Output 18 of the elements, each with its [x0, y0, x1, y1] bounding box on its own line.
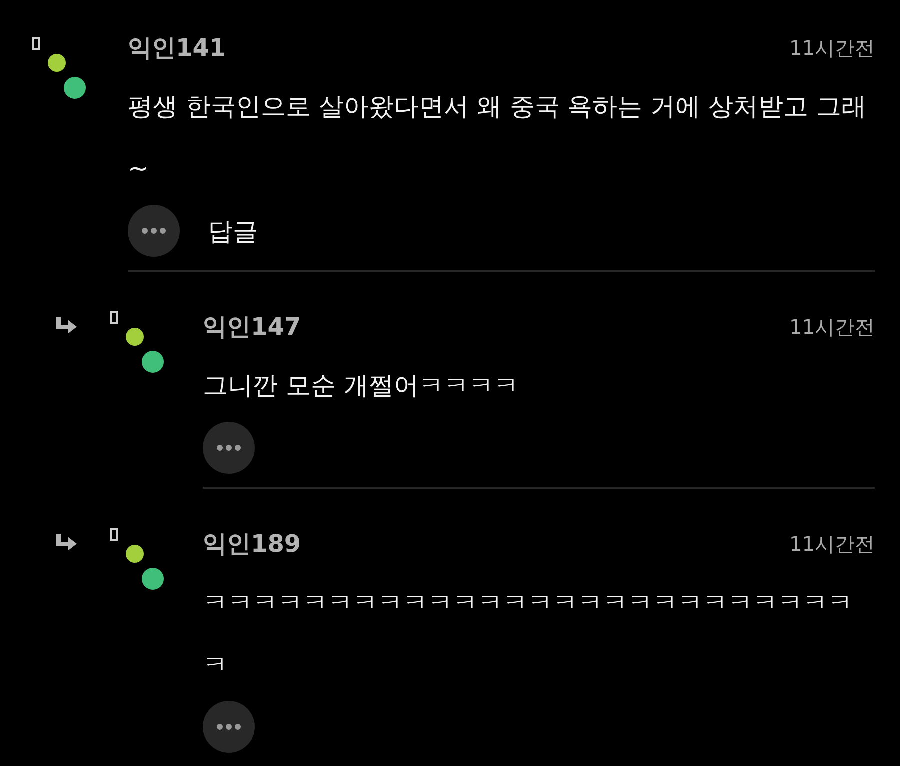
reply-arrow-icon — [54, 533, 78, 553]
timestamp: 11시간전 — [790, 314, 875, 340]
timestamp: 11시간전 — [790, 530, 875, 558]
more-button[interactable] — [128, 205, 180, 257]
username: 익인141 — [128, 33, 226, 64]
reply-arrow-icon — [54, 316, 78, 336]
timestamp: 11시간전 — [790, 34, 875, 62]
comment-text: 그니깐 모순 개쩔어ㅋㅋㅋㅋ — [203, 370, 520, 402]
more-icon — [217, 445, 241, 451]
more-icon — [217, 724, 241, 730]
username: 익인147 — [203, 312, 302, 343]
comment-text: ㅋㅋㅋㅋㅋㅋㅋㅋㅋㅋㅋㅋㅋㅋㅋㅋㅋㅋㅋㅋㅋㅋㅋㅋㅋㅋㅋ — [203, 587, 854, 681]
more-button[interactable] — [203, 701, 255, 753]
more-button[interactable] — [203, 422, 255, 474]
reply-button[interactable]: 답글 — [208, 214, 258, 248]
comment-text: 평생 한국인으로 살아왔다면서 왜 중국 욕하는 거에 상처받고 그래~ — [128, 91, 868, 185]
username: 익인189 — [203, 529, 302, 560]
more-icon — [142, 228, 166, 234]
